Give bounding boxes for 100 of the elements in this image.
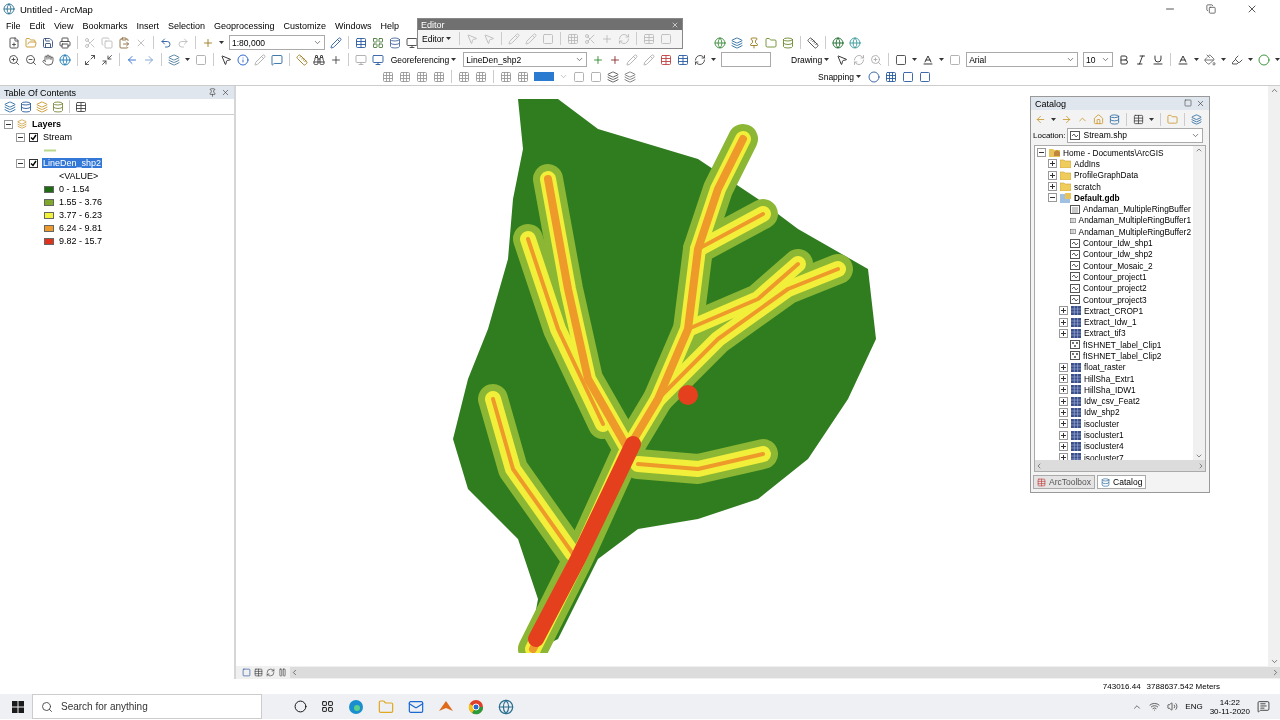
network-icon[interactable] xyxy=(1149,701,1161,712)
scroll-up-icon[interactable] xyxy=(1195,146,1203,154)
browser-icon[interactable] xyxy=(348,698,364,715)
pointer-icon[interactable] xyxy=(219,53,232,66)
add-data-icon[interactable] xyxy=(202,36,214,49)
location-dropdown[interactable]: Stream.shp xyxy=(1067,127,1204,143)
snapping-menu[interactable]: Snapping xyxy=(816,69,863,84)
collapse-icon[interactable] xyxy=(4,119,13,129)
layer-dropdown[interactable]: LineDen_shp2 xyxy=(463,52,588,67)
catalog-item[interactable]: Contour_Idw_shp1 xyxy=(1083,238,1153,248)
scroll-left-icon[interactable] xyxy=(290,668,299,677)
expand-icon[interactable] xyxy=(1059,317,1068,327)
expand-icon[interactable] xyxy=(1059,453,1068,460)
ruler-icon[interactable] xyxy=(807,36,819,49)
layer-label[interactable]: LineDen_shp2 xyxy=(42,158,103,168)
folder-icon[interactable] xyxy=(765,36,777,49)
viewer-icon[interactable] xyxy=(371,53,384,66)
expand-icon[interactable] xyxy=(1048,170,1057,180)
scale-dropdown[interactable]: 1:80,000 xyxy=(229,35,325,50)
catalog-item[interactable]: Contour_project3 xyxy=(1083,294,1147,305)
panel-tab[interactable]: Catalog xyxy=(1097,475,1147,489)
zoom-out-icon[interactable] xyxy=(25,53,37,66)
catalog-item[interactable]: Extract_Idw_1 xyxy=(1084,317,1137,328)
print-icon[interactable] xyxy=(59,36,71,49)
globe-icon[interactable] xyxy=(498,698,514,715)
full-extent-icon[interactable] xyxy=(58,53,71,66)
catalog-item[interactable]: Idw_csv_Feat2 xyxy=(1084,396,1140,407)
globe-icon[interactable] xyxy=(832,36,844,49)
edge-snap-icon[interactable] xyxy=(901,70,914,83)
expand-icon[interactable] xyxy=(1048,182,1057,192)
select-elements-icon[interactable] xyxy=(836,53,849,66)
rectangle-icon[interactable] xyxy=(895,53,908,66)
back-icon[interactable] xyxy=(125,53,138,66)
catalog-item[interactable]: Default.gdb xyxy=(1074,192,1120,203)
html-popup-icon[interactable] xyxy=(270,53,283,66)
catalog-item[interactable]: ProfileGraphData xyxy=(1074,170,1139,181)
globe-icon[interactable] xyxy=(849,36,861,49)
catalog-item[interactable]: Extract_CROP1 xyxy=(1084,305,1144,316)
point-snap-icon[interactable] xyxy=(867,70,880,83)
text-icon[interactable] xyxy=(922,53,935,66)
view-options-icon[interactable] xyxy=(1133,113,1144,125)
vertex-snap-icon[interactable] xyxy=(884,70,897,83)
measure-icon[interactable] xyxy=(295,53,308,66)
menu-item[interactable]: Insert xyxy=(136,21,159,31)
table-icon[interactable] xyxy=(355,36,367,49)
scroll-down-icon[interactable] xyxy=(1195,452,1203,460)
catalog-item[interactable]: fISHNET_label_Clip1 xyxy=(1083,339,1162,350)
back-icon[interactable] xyxy=(1035,113,1046,125)
layer-checkbox[interactable] xyxy=(29,158,38,168)
catalog-item[interactable]: HillSha_Extr1 xyxy=(1084,373,1135,384)
catalog-item[interactable]: Contour_Idw_shp2 xyxy=(1083,249,1153,260)
expand-icon[interactable] xyxy=(1059,396,1068,406)
catalog-item[interactable]: float_raster xyxy=(1084,362,1126,373)
layer-label[interactable]: Stream xyxy=(42,132,73,142)
end-snap-icon[interactable] xyxy=(918,70,931,83)
open-folder-icon[interactable] xyxy=(25,36,37,49)
new-file-icon[interactable] xyxy=(8,36,20,49)
taskbar-search-field[interactable]: Search for anything xyxy=(32,694,262,719)
paste-icon[interactable] xyxy=(118,36,130,49)
folder-icon[interactable] xyxy=(378,698,394,715)
font-color-icon[interactable] xyxy=(1176,53,1189,66)
collapse-icon[interactable] xyxy=(1048,193,1057,203)
restore-icon[interactable] xyxy=(1206,4,1216,14)
layer-checkbox[interactable] xyxy=(29,132,38,142)
expand-icon[interactable] xyxy=(1059,441,1068,451)
globe-icon[interactable] xyxy=(714,36,726,49)
options-icon[interactable] xyxy=(75,100,87,113)
catalog-item[interactable]: fISHNET_label_Clip2 xyxy=(1083,351,1162,361)
marker-color-icon[interactable] xyxy=(1257,53,1270,66)
catalog-item[interactable]: Contour_project2 xyxy=(1083,283,1147,294)
menu-item[interactable]: View xyxy=(54,21,74,31)
pan-icon[interactable] xyxy=(41,53,54,66)
zoom-in-icon[interactable] xyxy=(8,53,20,66)
clock-date[interactable]: 30-11-2020 xyxy=(1209,706,1250,716)
layers-icon[interactable] xyxy=(731,36,743,49)
font-dropdown[interactable]: Arial xyxy=(966,52,1078,67)
cortana-circle-icon[interactable] xyxy=(294,700,307,713)
grid-icon[interactable] xyxy=(382,70,394,83)
menu-item[interactable]: Windows xyxy=(335,21,372,31)
grid-icon[interactable] xyxy=(458,70,470,83)
browser-icon[interactable] xyxy=(468,698,484,715)
callout-icon[interactable] xyxy=(949,53,962,66)
shrink-icon[interactable] xyxy=(100,53,113,66)
menu-item[interactable]: Geoprocessing xyxy=(213,21,275,31)
mail-icon[interactable] xyxy=(408,698,424,715)
expand-icon[interactable] xyxy=(1059,430,1068,440)
close-icon[interactable] xyxy=(1246,3,1258,15)
close-icon[interactable] xyxy=(221,88,230,97)
scroll-right-icon[interactable] xyxy=(1271,668,1280,677)
collapse-icon[interactable] xyxy=(16,132,25,142)
georeferencing-menu[interactable]: Georeferencing xyxy=(388,52,459,67)
pause-icon[interactable] xyxy=(278,668,287,677)
menu-item[interactable]: Help xyxy=(380,21,400,31)
catalog-item[interactable]: isocluster xyxy=(1084,418,1120,429)
grid-icon[interactable] xyxy=(433,70,445,83)
undo-icon[interactable] xyxy=(160,36,172,49)
scroll-down-icon[interactable] xyxy=(1269,657,1279,666)
panel-tab[interactable]: ArcToolbox xyxy=(1033,475,1096,489)
expand-icon[interactable] xyxy=(1059,385,1068,395)
pencil-icon[interactable] xyxy=(253,53,266,66)
